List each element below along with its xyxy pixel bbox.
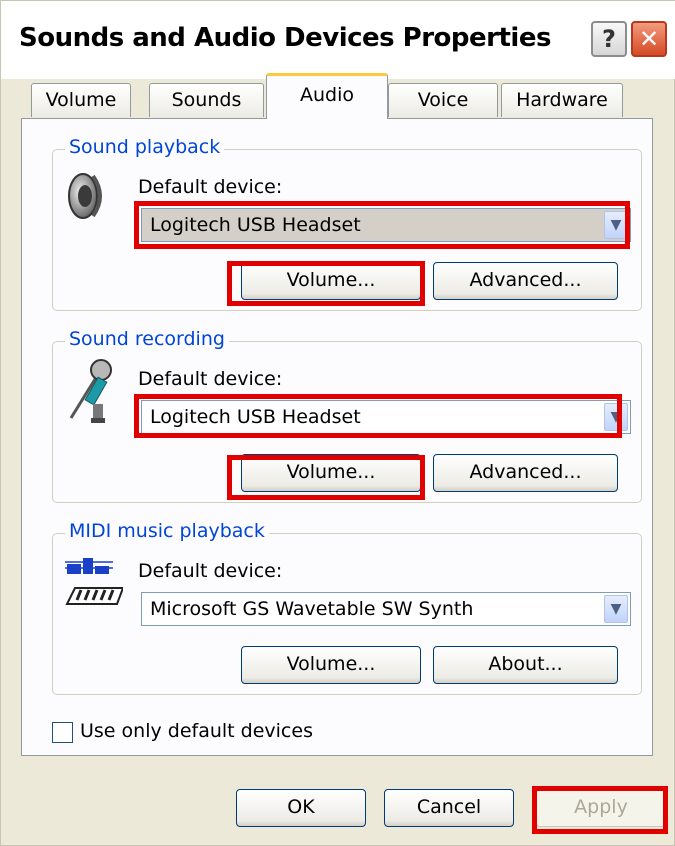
chevron-down-icon[interactable]: ▼ (604, 211, 628, 239)
speaker-icon (68, 173, 102, 219)
recording-device-value: Logitech USB Headset (150, 406, 361, 428)
playback-volume-button[interactable]: Volume... (241, 262, 421, 300)
title-bar: Sounds and Audio Devices Properties ? ✕ (1, 1, 675, 79)
midi-playback-legend: MIDI music playback (65, 520, 269, 542)
midi-volume-button[interactable]: Volume... (241, 646, 421, 684)
tab-audio[interactable]: Audio (266, 73, 388, 119)
use-default-devices-checkbox[interactable] (52, 722, 73, 743)
chevron-down-icon[interactable]: ▼ (604, 595, 628, 623)
playback-default-device-label: Default device: (138, 176, 283, 198)
playback-advanced-button[interactable]: Advanced... (433, 262, 618, 300)
dialog-window: Sounds and Audio Devices Properties ? ✕ … (0, 0, 675, 846)
chevron-down-icon[interactable]: ▼ (604, 403, 628, 431)
playback-device-value: Logitech USB Headset (150, 214, 361, 236)
close-button[interactable]: ✕ (631, 21, 667, 57)
help-button[interactable]: ? (591, 21, 627, 57)
midi-about-button[interactable]: About... (433, 646, 618, 684)
midi-default-device-label: Default device: (138, 560, 283, 582)
microphone-icon (69, 359, 112, 423)
tab-voice[interactable]: Voice (388, 83, 498, 117)
audio-tab-panel: Sound playback Default device: Logitech … (21, 118, 653, 756)
apply-button[interactable]: Apply (536, 789, 666, 827)
tab-strip: Volume Sounds Audio Voice Hardware (1, 73, 675, 119)
midi-keyboard-icon (65, 558, 123, 605)
recording-device-select[interactable]: Logitech USB Headset ▼ (141, 400, 631, 434)
playback-device-select[interactable]: Logitech USB Headset ▼ (141, 208, 631, 242)
use-default-devices-label[interactable]: Use only default devices (80, 720, 313, 742)
tab-sounds[interactable]: Sounds (149, 83, 264, 117)
recording-default-device-label: Default device: (138, 368, 283, 390)
tab-hardware[interactable]: Hardware (501, 83, 623, 117)
recording-volume-button[interactable]: Volume... (241, 454, 421, 492)
midi-playback-group: MIDI music playback Default device: Micr… (52, 520, 642, 695)
sound-recording-legend: Sound recording (65, 328, 229, 350)
sound-playback-legend: Sound playback (65, 136, 225, 158)
midi-device-select[interactable]: Microsoft GS Wavetable SW Synth ▼ (141, 592, 631, 626)
ok-button[interactable]: OK (236, 789, 366, 827)
sound-recording-group: Sound recording Default device: Logitech… (52, 328, 642, 503)
cancel-button[interactable]: Cancel (384, 789, 514, 827)
sound-playback-group: Sound playback Default device: Logitech … (52, 136, 642, 311)
midi-device-value: Microsoft GS Wavetable SW Synth (150, 598, 474, 620)
window-title: Sounds and Audio Devices Properties (19, 23, 551, 53)
recording-advanced-button[interactable]: Advanced... (433, 454, 618, 492)
tab-volume[interactable]: Volume (31, 83, 131, 117)
